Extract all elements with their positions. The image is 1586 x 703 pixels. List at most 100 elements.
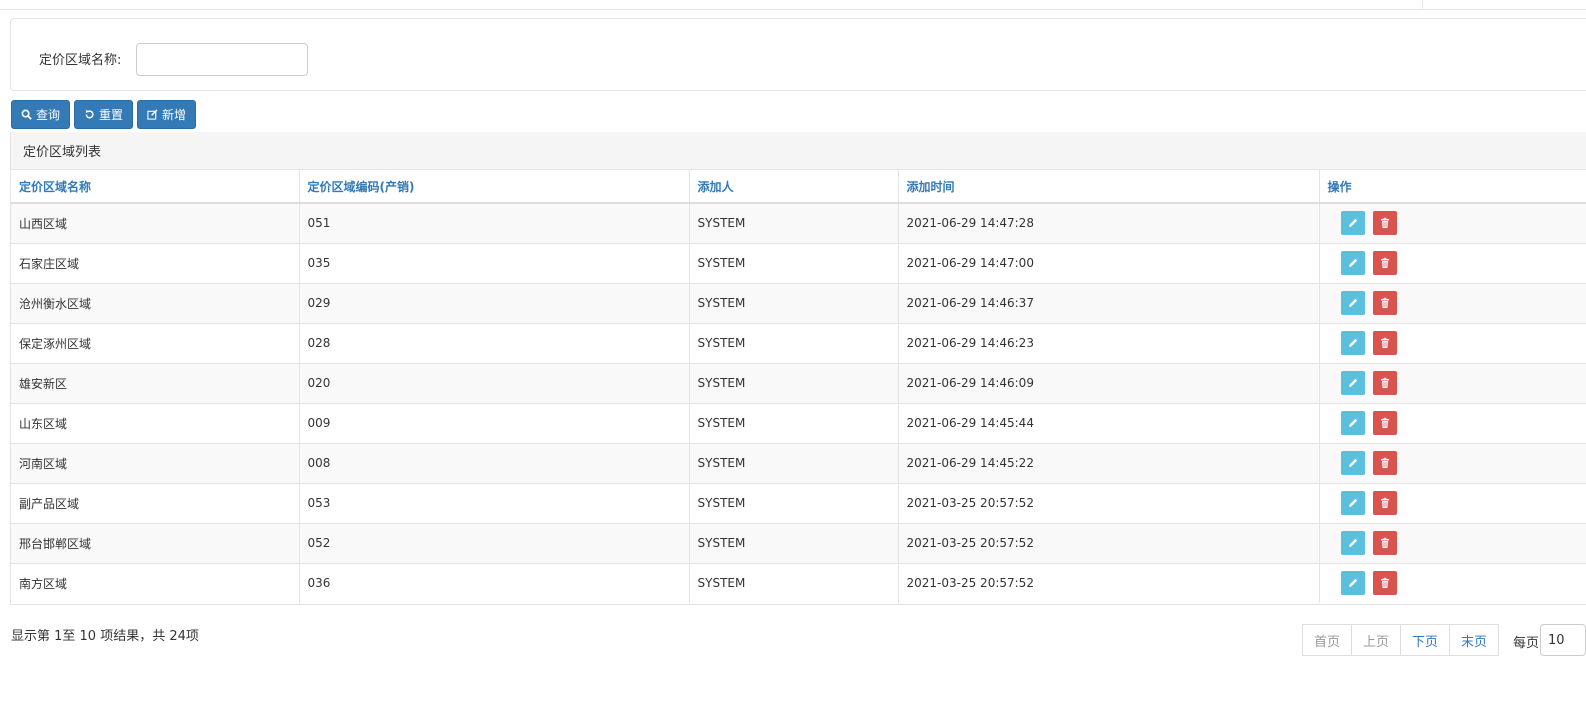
- cell-name: 保定涿州区域: [11, 322, 300, 363]
- column-header-time[interactable]: 添加时间: [898, 170, 1320, 204]
- cell-code: 052: [299, 522, 690, 563]
- table-header-row: 定价区域名称 定价区域编码(产销) 添加人 添加时间 操作: [11, 170, 1586, 204]
- pagination: 首页 上页 下页 末页: [1302, 624, 1500, 656]
- edit-button[interactable]: [1340, 371, 1365, 395]
- cell-actions: [1319, 522, 1586, 563]
- page-size-label: 每页: [1513, 636, 1540, 651]
- delete-button[interactable]: [1372, 571, 1397, 596]
- edit-button[interactable]: [1340, 211, 1365, 236]
- edit-button[interactable]: [1340, 331, 1365, 355]
- table-row: 山西区域 051 SYSTEM 2021-06-29 14:47:28: [11, 202, 1586, 243]
- trash-icon: [1380, 537, 1389, 548]
- column-header-actions: 操作: [1319, 170, 1586, 204]
- search-label: 定价区域名称:: [39, 53, 122, 68]
- trash-icon: [1380, 337, 1389, 348]
- pencil-icon: [1348, 458, 1357, 467]
- cell-name: 副产品区域: [11, 482, 300, 523]
- table-row: 沧州衡水区域 029 SYSTEM 2021-06-29 14:46:37: [11, 282, 1586, 323]
- edit-button[interactable]: [1340, 411, 1365, 435]
- cell-code: 035: [299, 242, 690, 283]
- pencil-icon: [1348, 498, 1357, 507]
- last-page-button[interactable]: 末页: [1449, 624, 1500, 656]
- table-row: 南方区域 036 SYSTEM 2021-03-25 20:57:52: [11, 562, 1586, 603]
- cell-name: 河南区域: [11, 442, 300, 483]
- cell-time: 2021-06-29 14:47:28: [898, 202, 1320, 243]
- table-row: 石家庄区域 035 SYSTEM 2021-06-29 14:47:00: [11, 242, 1586, 283]
- edit-button[interactable]: [1340, 451, 1365, 475]
- cell-code: 051: [299, 202, 690, 243]
- pencil-icon: [1348, 378, 1357, 387]
- edit-button[interactable]: [1340, 291, 1365, 315]
- cell-time: 2021-06-29 14:45:44: [898, 402, 1320, 443]
- delete-button[interactable]: [1372, 411, 1397, 435]
- cell-creator: SYSTEM: [689, 402, 899, 443]
- region-list-panel: 定价区域列表 定价区域名称 定价区域编码(产销) 添加人 添加时间 操作 山西区…: [10, 132, 1586, 605]
- table-row: 邢台邯郸区域 052 SYSTEM 2021-03-25 20:57:52: [11, 522, 1586, 563]
- cell-code: 020: [299, 362, 690, 403]
- cell-name: 雄安新区: [11, 362, 300, 403]
- delete-button[interactable]: [1372, 251, 1397, 275]
- top-bar-divider: [1422, 0, 1423, 10]
- edit-button[interactable]: [1340, 571, 1365, 596]
- cell-actions: [1319, 282, 1586, 323]
- table-row: 保定涿州区域 028 SYSTEM 2021-06-29 14:46:23: [11, 322, 1586, 363]
- trash-icon: [1380, 457, 1389, 468]
- trash-icon: [1380, 257, 1389, 268]
- cell-name: 山东区域: [11, 402, 300, 443]
- cell-creator: SYSTEM: [689, 442, 899, 483]
- query-button[interactable]: 查询: [11, 100, 71, 129]
- page-size-select[interactable]: 10: [1540, 624, 1586, 656]
- trash-icon: [1380, 218, 1389, 229]
- cell-name: 沧州衡水区域: [11, 282, 300, 323]
- cell-actions: [1319, 322, 1586, 363]
- reset-button-label: 重置: [99, 108, 124, 122]
- cell-actions: [1319, 442, 1586, 483]
- delete-button[interactable]: [1372, 491, 1397, 515]
- cell-code: 029: [299, 282, 690, 323]
- pencil-icon: [1348, 258, 1357, 267]
- delete-button[interactable]: [1372, 371, 1397, 395]
- cell-time: 2021-06-29 14:46:37: [898, 282, 1320, 323]
- cell-creator: SYSTEM: [689, 202, 899, 243]
- result-summary: 显示第 1至 10 项结果，共 24项: [11, 629, 199, 644]
- delete-button[interactable]: [1372, 451, 1397, 475]
- table-row: 山东区域 009 SYSTEM 2021-06-29 14:45:44: [11, 402, 1586, 443]
- add-button[interactable]: 新增: [137, 100, 197, 129]
- column-header-code[interactable]: 定价区域编码(产销): [299, 170, 690, 204]
- edit-button[interactable]: [1340, 531, 1365, 555]
- table-row: 雄安新区 020 SYSTEM 2021-06-29 14:46:09: [11, 362, 1586, 403]
- edit-button[interactable]: [1340, 491, 1365, 515]
- delete-button[interactable]: [1372, 211, 1397, 236]
- cell-time: 2021-06-29 14:47:00: [898, 242, 1320, 283]
- cell-time: 2021-03-25 20:57:52: [898, 522, 1320, 563]
- column-header-name[interactable]: 定价区域名称: [11, 170, 300, 204]
- delete-button[interactable]: [1372, 331, 1397, 355]
- edit-button[interactable]: [1340, 251, 1365, 275]
- reset-button[interactable]: 重置: [74, 100, 134, 129]
- column-header-creator[interactable]: 添加人: [689, 170, 899, 204]
- pencil-icon: [1348, 418, 1357, 427]
- table-body: 山西区域 051 SYSTEM 2021-06-29 14:47:28 石家庄区域 035…: [11, 202, 1586, 603]
- cell-actions: [1319, 362, 1586, 403]
- trash-icon: [1380, 578, 1389, 589]
- region-name-search-input[interactable]: [136, 43, 308, 76]
- cell-creator: SYSTEM: [689, 362, 899, 403]
- first-page-button[interactable]: 首页: [1302, 624, 1353, 656]
- cell-time: 2021-06-29 14:46:23: [898, 322, 1320, 363]
- cell-code: 008: [299, 442, 690, 483]
- cell-creator: SYSTEM: [689, 282, 899, 323]
- delete-button[interactable]: [1372, 291, 1397, 315]
- pencil-icon: [1348, 579, 1357, 588]
- trash-icon: [1380, 417, 1389, 428]
- add-button-label: 新增: [162, 108, 187, 122]
- cell-actions: [1319, 482, 1586, 523]
- cell-time: 2021-06-29 14:46:09: [898, 362, 1320, 403]
- cell-creator: SYSTEM: [689, 562, 899, 603]
- region-table: 定价区域名称 定价区域编码(产销) 添加人 添加时间 操作 山西区域 051 SYS…: [11, 170, 1586, 603]
- search-icon: [21, 109, 32, 120]
- prev-page-button[interactable]: 上页: [1351, 624, 1402, 656]
- cell-code: 009: [299, 402, 690, 443]
- table-row: 河南区域 008 SYSTEM 2021-06-29 14:45:22: [11, 442, 1586, 483]
- delete-button[interactable]: [1372, 531, 1397, 555]
- next-page-button[interactable]: 下页: [1400, 624, 1451, 656]
